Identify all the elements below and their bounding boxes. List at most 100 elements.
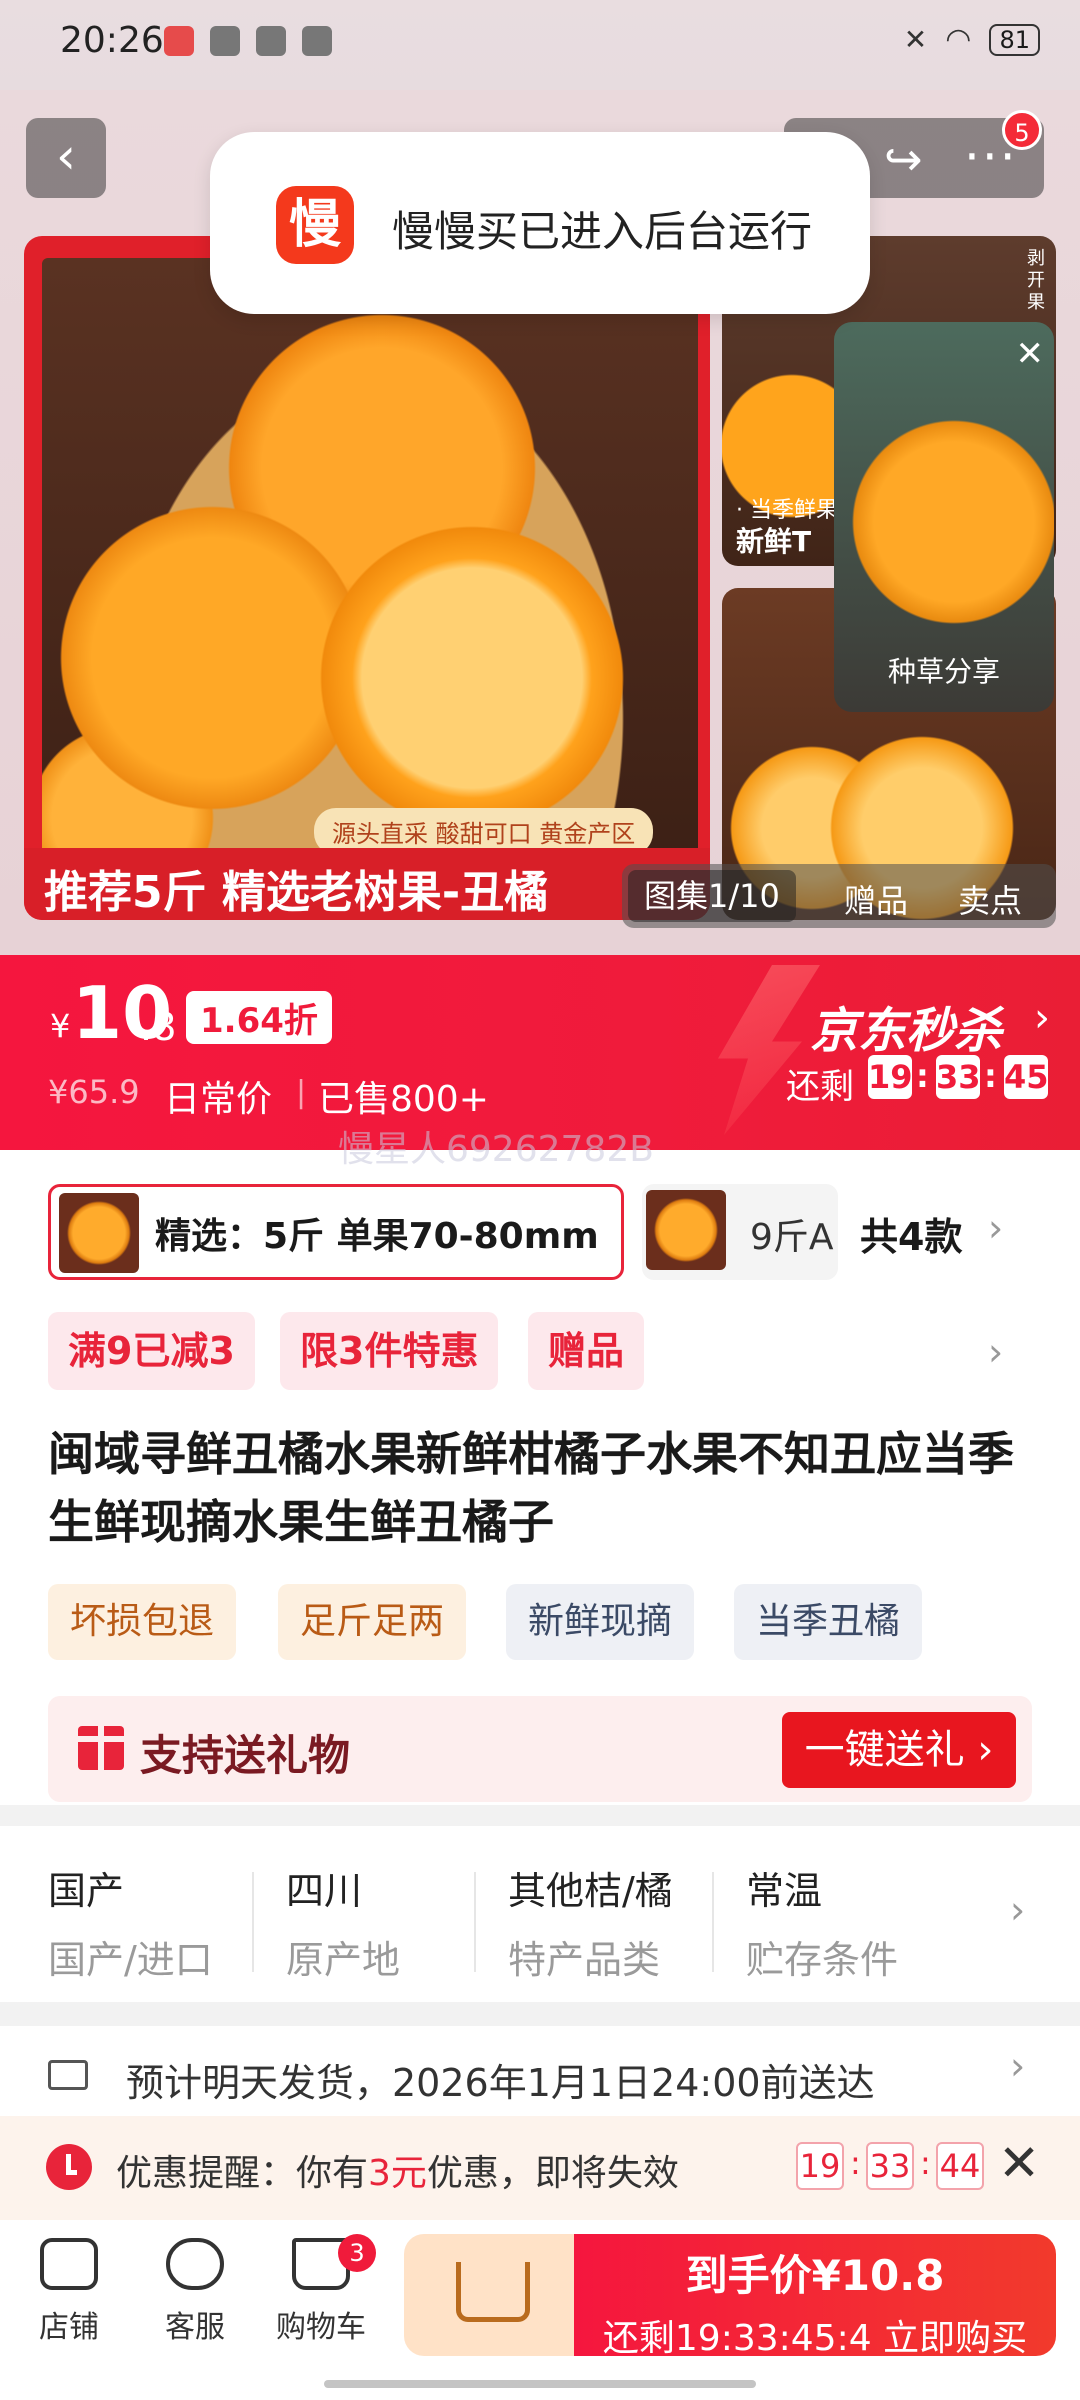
share-icon[interactable]: ↪ xyxy=(884,132,923,186)
tab-selling-points[interactable]: 卖点 xyxy=(958,876,1022,922)
service-tag: 坏损包退 xyxy=(48,1584,237,1660)
price-divider: | xyxy=(296,1075,307,1110)
chevron-right-icon: › xyxy=(1010,2044,1026,2088)
clock-icon xyxy=(46,2144,92,2190)
store-label: 店铺 xyxy=(39,2310,99,2345)
customer-service-button[interactable]: 客服 xyxy=(140,2238,250,2346)
sku-thumbnail xyxy=(59,1193,139,1273)
close-icon[interactable]: ✕ xyxy=(1016,334,1045,374)
divider xyxy=(252,1872,254,1972)
attribute-value: 四川 xyxy=(286,1869,363,1913)
mail-icon xyxy=(210,26,240,56)
attribute-key: 原产地 xyxy=(286,1938,401,1982)
product-title: 闽域寻鲜丑橘水果新鲜柑橘子水果不知丑应当季生鲜现摘水果生鲜丑橘子 xyxy=(48,1427,1014,1549)
reminder-prefix: 优惠提醒：你有 xyxy=(116,2153,369,2194)
more-badge: 5 xyxy=(1002,110,1042,150)
thumbnail-caption-large: 新鲜T xyxy=(736,525,812,558)
countdown-seconds: 45 xyxy=(1004,1055,1049,1099)
chevron-left-icon: ‹ xyxy=(56,127,76,185)
attribute-key: 特产品类 xyxy=(508,1938,661,1982)
countdown-separator: : xyxy=(916,1057,929,1095)
watermark: 慢星人69262782B xyxy=(338,1129,654,1170)
countdown-separator: : xyxy=(850,2144,861,2182)
price-decimal: .8 xyxy=(140,1005,177,1049)
cart-badge: 3 xyxy=(338,2234,376,2272)
attribute-origin: 四川 原产地 xyxy=(286,1860,400,1984)
original-price: ¥65.9 xyxy=(48,1073,140,1111)
sku-option[interactable]: 9斤A xyxy=(642,1184,838,1280)
chevron-right-icon: › xyxy=(1010,1888,1026,1932)
image-banner-text: 推荐5斤 精选老树果-丑橘 xyxy=(44,867,549,918)
sold-count: 已售800+ xyxy=(318,1079,489,1120)
status-bar: 20:26 ✕ ◠ 81 xyxy=(0,0,1080,90)
video-label: 种草分享 xyxy=(887,655,1000,688)
send-gift-button[interactable]: 一键送礼 › xyxy=(782,1712,1016,1788)
divider xyxy=(474,1872,476,1972)
add-to-cart-button[interactable] xyxy=(404,2234,584,2356)
reminder-suffix: 优惠，即将失效 xyxy=(426,2153,679,2194)
chevron-right-icon: › xyxy=(988,1330,1004,1374)
countdown-hours: 19 xyxy=(868,1055,913,1099)
attribute-value: 常温 xyxy=(746,1869,823,1913)
reminder-countdown-hours: 19 xyxy=(796,2142,844,2190)
coupon-reminder[interactable]: 优惠提醒：你有3元优惠，即将失效 19 : 33 : 44 ✕ xyxy=(0,2116,1080,2220)
buy-countdown: 还剩19:33:45:4 立即购买 xyxy=(602,2318,1028,2359)
battery-indicator: 81 xyxy=(989,23,1040,56)
main-product-image[interactable]: 源头直采 酸甜可口 黄金产区 推荐5斤 精选老树果-丑橘 xyxy=(24,236,710,920)
gift-icon xyxy=(74,1720,128,1770)
reminder-countdown-minutes: 33 xyxy=(866,2142,914,2190)
back-button[interactable]: ‹ xyxy=(26,118,106,198)
countdown-separator: : xyxy=(984,1057,997,1095)
tab-gifts[interactable]: 赠品 xyxy=(844,876,908,922)
attribute-category: 其他桔/橘 特产品类 xyxy=(508,1860,673,1984)
attribute-value: 国产 xyxy=(48,1869,125,1913)
gallery-tabs: 图集1/10 赠品 卖点 xyxy=(622,864,1056,928)
discount-badge: 1.64折 xyxy=(186,991,332,1044)
promo-tag[interactable]: 限3件特惠 xyxy=(280,1312,499,1390)
close-icon[interactable]: ✕ xyxy=(998,2134,1040,2192)
thumbnail-side-label: 剥开果 xyxy=(1027,248,1045,313)
attribute-origin-type: 国产 国产/进口 xyxy=(48,1860,213,1984)
reminder-countdown-seconds: 44 xyxy=(936,2142,984,2190)
bottom-action-bar: 店铺 客服 3 购物车 到手价¥10.8 还剩19:33:45:4 立即购买 xyxy=(0,2220,1080,2400)
promo-tag[interactable]: 赠品 xyxy=(528,1312,645,1390)
seckill-label[interactable]: 京东秒杀 xyxy=(810,991,1002,1061)
sku-option-selected[interactable]: 精选：5斤 单果70-80mm xyxy=(48,1184,624,1280)
sku-label: 9斤A xyxy=(750,1217,834,1258)
tab-gallery[interactable]: 图集1/10 xyxy=(628,870,796,922)
toast-text: 慢慢买已进入后台运行 xyxy=(392,207,813,256)
mute-icon: ✕ xyxy=(903,23,928,56)
status-time: 20:26 xyxy=(60,20,164,61)
app-notification-icon xyxy=(164,26,194,56)
attributes-card[interactable]: 国产 国产/进口 四川 原产地 其他桔/橘 特产品类 常温 贮存条件 › xyxy=(0,1826,1080,2002)
lightning-icon xyxy=(718,965,820,1135)
reminder-text: 优惠提醒：你有3元优惠，即将失效 xyxy=(116,2144,679,2196)
shipping-text: 预计明天发货，2026年1月1日24:00前送达 xyxy=(126,2061,875,2105)
chevron-right-icon: › xyxy=(988,1206,1004,1250)
original-price-label: 日常价 xyxy=(164,1079,273,1120)
home-indicator[interactable] xyxy=(324,2380,756,2388)
divider xyxy=(712,1872,714,1972)
cart-button[interactable]: 3 购物车 xyxy=(266,2234,376,2346)
attribute-key: 国产/进口 xyxy=(48,1938,213,1982)
chat-face-icon xyxy=(166,2238,224,2290)
orange-photo xyxy=(42,258,698,868)
shipping-row[interactable]: 预计明天发货，2026年1月1日24:00前送达 › xyxy=(0,2026,1080,2116)
feature-tag: 当季丑橘 xyxy=(734,1584,923,1660)
play-icon xyxy=(302,26,332,56)
buy-now-button[interactable]: 到手价¥10.8 还剩19:33:45:4 立即购买 xyxy=(574,2234,1056,2359)
truck-icon xyxy=(48,2060,88,2090)
book-icon xyxy=(256,26,286,56)
gift-text: 支持送礼物 xyxy=(140,1731,351,1780)
store-icon xyxy=(40,2238,98,2290)
store-button[interactable]: 店铺 xyxy=(14,2238,124,2346)
service-tag: 足斤足两 xyxy=(278,1584,467,1660)
countdown-separator: : xyxy=(920,2144,931,2182)
attribute-key: 贮存条件 xyxy=(746,1938,899,1982)
floating-video-player[interactable]: ✕ 种草分享 xyxy=(834,322,1054,712)
attribute-storage: 常温 贮存条件 xyxy=(746,1860,898,1984)
buy-price: 到手价¥10.8 xyxy=(685,2251,945,2300)
attribute-value: 其他桔/橘 xyxy=(508,1869,673,1913)
sku-count[interactable]: 共4款 xyxy=(860,1206,962,1261)
promo-tag[interactable]: 满9已减3 xyxy=(48,1312,255,1390)
